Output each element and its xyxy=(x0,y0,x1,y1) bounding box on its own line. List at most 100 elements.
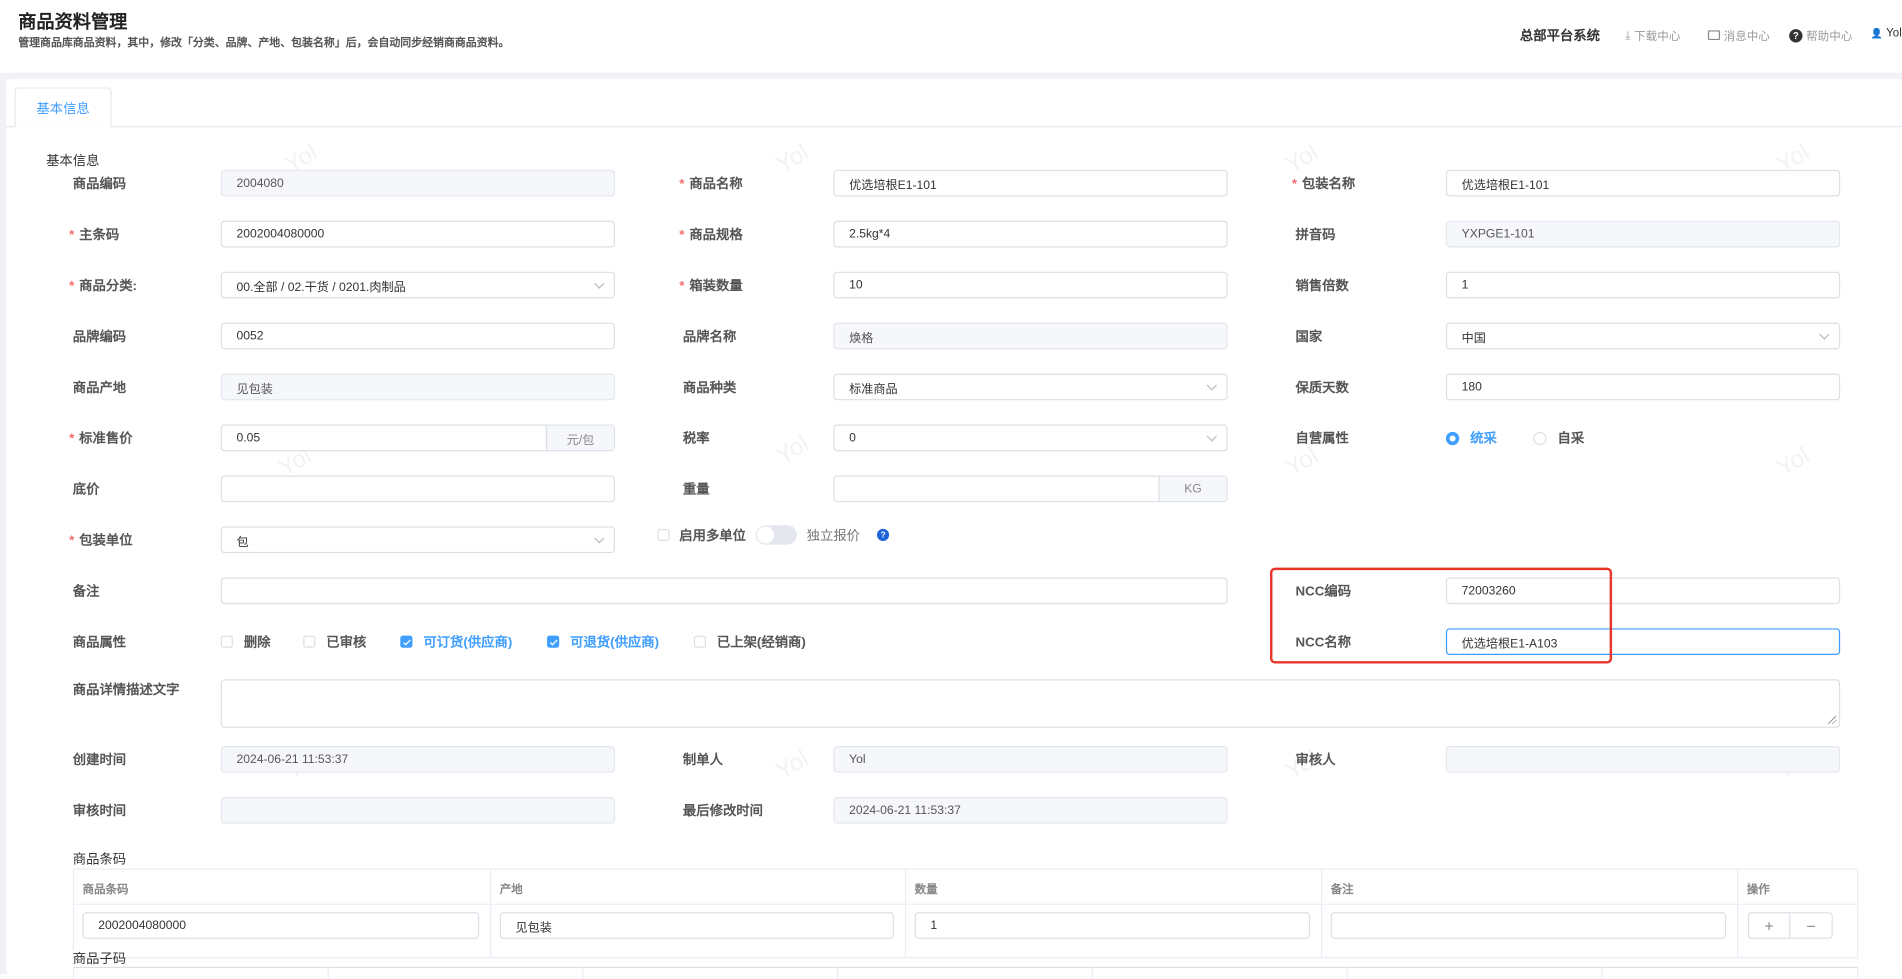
input-field[interactable]: 2002004080000 xyxy=(220,220,615,248)
required-star: * xyxy=(679,228,685,243)
field-label: * 包装单位 xyxy=(69,530,132,549)
field-value: 标准商品 xyxy=(849,382,898,397)
field-label: * 商品名称 xyxy=(679,173,742,192)
input-field[interactable] xyxy=(220,475,615,503)
resize-handle-icon[interactable] xyxy=(1827,715,1837,725)
field-value: 1 xyxy=(1461,278,1469,292)
input-field[interactable]: 2.5kg*4 xyxy=(833,220,1228,248)
field-value: 2.5kg*4 xyxy=(849,227,891,241)
radio-option[interactable]: 统采 xyxy=(1445,428,1497,447)
attribute-checkbox[interactable]: 已审核 xyxy=(303,632,366,651)
user-name: Yol xyxy=(1886,26,1902,41)
download-icon: ⤓ xyxy=(1625,28,1631,42)
attribute-checkbox[interactable]: 可订货(供应商) xyxy=(400,632,512,651)
field-label: * 箱装数量 xyxy=(679,275,742,294)
field-value: 10 xyxy=(849,278,863,292)
input-suffix: KG xyxy=(1158,476,1227,501)
remove-row-button[interactable]: − xyxy=(1790,912,1833,939)
column-divider xyxy=(1857,966,1859,979)
help-center-link[interactable]: ? 帮助中心 xyxy=(1789,27,1852,44)
field-label: 国家 xyxy=(1295,326,1322,345)
barcode-cell-qty-input[interactable]: 1 xyxy=(914,912,1311,939)
table-header-1: 产地 xyxy=(499,883,523,897)
field-label-text: 拼音码 xyxy=(1295,228,1336,243)
table-header-3: 备注 xyxy=(1330,883,1354,897)
field-label-text: 标准售价 xyxy=(79,431,133,447)
mail-icon xyxy=(1707,30,1721,41)
chevron-down-icon xyxy=(594,278,605,289)
required-star: * xyxy=(1291,177,1298,192)
input-field xyxy=(1445,745,1841,773)
field-value: 优选培根E1-101 xyxy=(849,178,937,193)
input-field[interactable]: 优选培根E1-101 xyxy=(833,169,1228,197)
tab-bar-divider xyxy=(6,126,1902,128)
barcode-cell-remark-input[interactable] xyxy=(1330,912,1727,939)
field-label-text: 自营属性 xyxy=(1295,431,1349,447)
field-label: 品牌编码 xyxy=(73,326,126,345)
user-menu[interactable]: 👤 Yol xyxy=(1870,27,1901,40)
input-field: 焕格 xyxy=(833,322,1228,350)
message-center-link[interactable]: 消息中心 xyxy=(1707,27,1770,44)
input-field[interactable]: 1 xyxy=(1445,271,1841,299)
radio-label: 自采 xyxy=(1557,431,1585,447)
field-label: 备注 xyxy=(73,581,100,600)
field-label-text: 审核时间 xyxy=(72,804,127,819)
add-row-button[interactable]: + xyxy=(1747,912,1791,939)
select-field[interactable]: 00.全部 / 02.干货 / 0201.肉制品 xyxy=(220,271,615,299)
input-field[interactable]: 优选培根E1-101 xyxy=(1445,169,1841,197)
required-star: * xyxy=(69,278,75,294)
multi-unit-checkbox[interactable]: 启用多单位 xyxy=(657,525,746,544)
help-icon[interactable]: ? xyxy=(876,528,890,541)
input-field[interactable]: 0.05 元/包 xyxy=(220,424,615,452)
chevron-down-icon xyxy=(1206,431,1217,442)
checkbox-label: 删除 xyxy=(243,635,271,651)
select-field[interactable]: 中国 xyxy=(1445,322,1841,350)
field-label: 商品属性 xyxy=(73,632,126,651)
field-label-text: 备注 xyxy=(72,584,100,600)
system-name: 总部平台系统 xyxy=(1519,29,1600,44)
field-value: 见包装 xyxy=(236,382,273,397)
field-label: 销售倍数 xyxy=(1295,275,1348,294)
column-divider xyxy=(1737,869,1739,958)
section-title: 基本信息 xyxy=(46,154,100,169)
field-label: * 标准售价 xyxy=(69,428,132,447)
input-field[interactable]: 10 xyxy=(833,271,1228,299)
select-field[interactable]: 包 xyxy=(220,526,615,554)
field-label-text: 商品名称 xyxy=(689,177,743,192)
attribute-checkbox[interactable]: 删除 xyxy=(220,632,271,651)
radio-label: 统采 xyxy=(1470,431,1497,447)
subcode-table-border xyxy=(72,966,1859,968)
column-divider xyxy=(1346,966,1348,979)
field-label: 商品种类 xyxy=(683,377,736,396)
input-field xyxy=(220,796,615,824)
field-label-text: 包装名称 xyxy=(1301,177,1356,192)
input-field[interactable]: 180 xyxy=(1445,373,1841,401)
description-textarea[interactable] xyxy=(220,679,1841,728)
barcode-cell-origin-input[interactable]: 见包装 xyxy=(499,912,894,939)
input-field[interactable]: 0052 xyxy=(220,322,615,350)
checkbox-label: 可订货(供应商) xyxy=(423,635,513,651)
attribute-checkbox[interactable]: 可退货(供应商) xyxy=(547,632,659,651)
radio-option[interactable]: 自采 xyxy=(1533,428,1584,447)
tab-basic-info[interactable]: 基本信息 xyxy=(14,87,112,128)
field-label: * 主条码 xyxy=(69,224,119,243)
download-center-link[interactable]: ⤓ 下载中心 xyxy=(1625,27,1680,44)
field-label: 自营属性 xyxy=(1295,428,1348,447)
input-field: 2024-06-21 11:53:37 xyxy=(833,796,1228,824)
field-value: 包 xyxy=(236,535,249,549)
field-value: 优选培根E1-101 xyxy=(1461,178,1550,193)
field-value: 0.05 xyxy=(236,431,261,445)
checkbox-label: 可退货(供应商) xyxy=(570,635,660,651)
field-label: 拼音码 xyxy=(1295,224,1335,243)
input-field[interactable]: KG xyxy=(833,475,1228,503)
attribute-checkbox[interactable]: 已上架(经销商) xyxy=(693,632,806,651)
select-field[interactable]: 0 xyxy=(833,424,1228,452)
barcode-cell-barcode-input[interactable]: 2002004080000 xyxy=(82,912,480,939)
subcode-table-title: 商品子码 xyxy=(72,952,127,967)
remark-input[interactable] xyxy=(220,577,1228,605)
select-field[interactable]: 标准商品 xyxy=(833,373,1228,401)
checkbox-icon xyxy=(303,635,316,648)
independent-price-toggle[interactable] xyxy=(755,525,797,545)
field-value: YXPGE1-101 xyxy=(1461,227,1535,241)
download-center-label: 下载中心 xyxy=(1634,30,1681,44)
